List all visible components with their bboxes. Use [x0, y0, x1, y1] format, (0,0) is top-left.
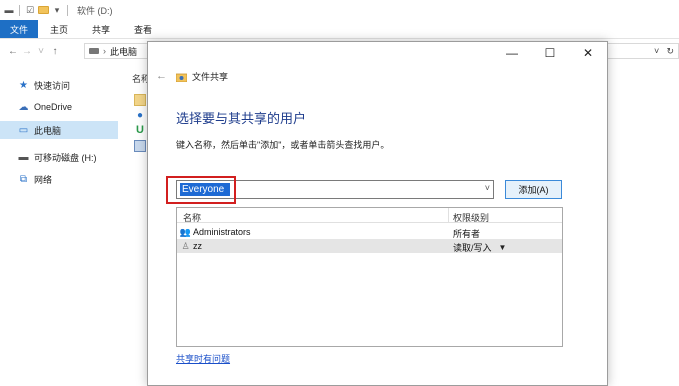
forward-arrow-icon[interactable]: →	[20, 46, 34, 57]
shared-users-table: 名称 权限级别 👥 Administrators 所有者 ♙ zz 读取/写入 …	[176, 207, 563, 347]
sidebar-item-this-pc[interactable]: ▭ 此电脑	[0, 121, 118, 139]
network-icon: ⧉	[19, 173, 28, 185]
sidebar-item-network[interactable]: ⧉ 网络	[0, 170, 118, 188]
tab-home[interactable]: 主页	[38, 20, 80, 38]
sidebar-item-label: 网络	[34, 174, 53, 185]
up-arrow-icon[interactable]: ↑	[48, 46, 62, 57]
recent-dropdown-icon[interactable]: ˅	[34, 46, 48, 57]
explorer-window-icon: ▬	[4, 5, 14, 15]
sidebar-item-label: 此电脑	[34, 125, 62, 136]
table-row[interactable]: 👥 Administrators 所有者	[177, 225, 562, 240]
drive-icon: ▬	[18, 151, 29, 163]
user-name: Administrators	[193, 227, 251, 237]
dialog-window-controls: — ☐ ✕	[493, 42, 607, 64]
cloud-icon: ☁	[18, 101, 29, 113]
ribbon-tabs: 文件 主页 共享 查看	[0, 20, 679, 39]
new-folder-icon[interactable]	[38, 6, 49, 14]
window-title: 软件 (D:)	[77, 5, 113, 16]
user-name-cell: 👥 Administrators	[179, 226, 251, 238]
app-icon[interactable]: ●	[134, 110, 146, 122]
back-arrow-icon[interactable]: ←	[6, 46, 20, 57]
refresh-icon[interactable]: ↻	[666, 46, 674, 57]
sidebar-item-quick-access[interactable]: ★ 快速访问	[0, 76, 118, 94]
sidebar-item-label: 可移动磁盘 (H:)	[34, 152, 97, 163]
dialog-heading: 选择要与其共享的用户	[176, 111, 307, 126]
breadcrumb-arrow-icon: ›	[103, 46, 106, 56]
tab-file[interactable]: 文件	[0, 20, 38, 38]
table-header: 名称 权限级别	[177, 208, 562, 223]
file-list: 名称 ● U	[120, 64, 150, 386]
tab-view[interactable]: 查看	[122, 20, 164, 38]
column-divider[interactable]	[448, 208, 449, 223]
breadcrumb: 此电脑	[110, 46, 138, 57]
file-sharing-dialog: — ☐ ✕ ← 文件共享 选择要与其共享的用户 键入名称，然后单击"添加"，或者…	[147, 41, 608, 386]
close-icon[interactable]: ✕	[569, 42, 607, 64]
computer-icon: ▭	[18, 124, 29, 136]
sidebar-item-label: 快速访问	[34, 80, 71, 91]
explorer-titlebar: ▬ ☑ ▾ 软件 (D:)	[0, 0, 679, 20]
permission-dropdown[interactable]: 读取/写入 ▼	[453, 241, 506, 254]
chevron-down-icon[interactable]: ˅	[485, 183, 490, 193]
back-arrow-icon[interactable]: ←	[156, 70, 167, 82]
dialog-description: 键入名称，然后单击"添加"，或者单击箭头查找用户。	[176, 140, 390, 150]
sidebar-item-label: OneDrive	[34, 102, 73, 112]
sidebar-item-onedrive[interactable]: ☁ OneDrive	[0, 98, 118, 116]
titlebar-divider	[67, 4, 68, 16]
star-icon: ★	[19, 79, 28, 91]
column-header-permission[interactable]: 权限级别	[453, 211, 489, 224]
titlebar-divider	[19, 4, 20, 16]
sidebar-item-removable-disk[interactable]: ▬ 可移动磁盘 (H:)	[0, 148, 118, 166]
properties-icon[interactable]: ☑	[25, 5, 35, 15]
share-folder-icon	[176, 73, 187, 82]
column-header-name[interactable]: 名称	[183, 211, 201, 224]
user-name: zz	[193, 241, 202, 251]
user-group-icon: 👥	[179, 226, 192, 237]
address-dropdown-icon[interactable]: ˅	[654, 46, 659, 56]
computer-small-icon	[89, 48, 99, 54]
maximize-icon[interactable]: ☐	[531, 42, 569, 64]
user-name-cell: ♙ zz	[181, 240, 202, 252]
dialog-title: 文件共享	[192, 72, 229, 82]
annotation-highlight-box	[166, 176, 236, 204]
quick-access-dropdown-icon[interactable]: ▾	[52, 5, 62, 15]
caret-down-icon[interactable]: ▼	[499, 243, 507, 252]
folder-icon[interactable]	[134, 94, 146, 106]
table-row[interactable]: ♙ zz 读取/写入 ▼	[177, 239, 562, 253]
navigation-pane: ★ 快速访问 ☁ OneDrive ▭ 此电脑 ▬ 可移动磁盘 (H:) ⧉ 网…	[0, 64, 120, 386]
app-icon[interactable]: U	[134, 124, 146, 136]
permission-value: 读取/写入	[453, 243, 492, 253]
help-link[interactable]: 共享时有问题	[176, 352, 230, 365]
image-file-icon[interactable]	[134, 140, 146, 152]
add-button[interactable]: 添加(A)	[505, 180, 562, 199]
minimize-icon[interactable]: —	[493, 42, 531, 64]
user-icon: ♙	[181, 240, 190, 251]
tab-share[interactable]: 共享	[80, 20, 122, 38]
